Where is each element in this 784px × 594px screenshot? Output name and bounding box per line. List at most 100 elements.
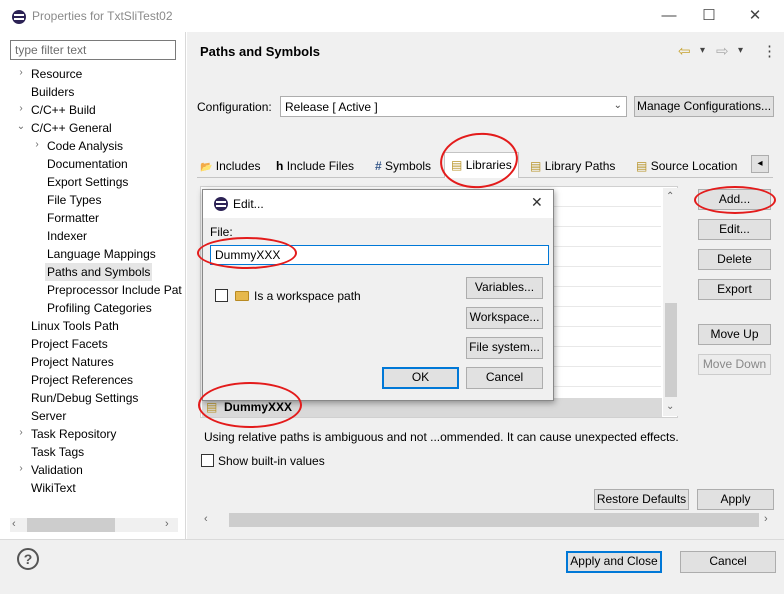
minimize-button[interactable]: —	[658, 6, 680, 26]
folder-icon	[235, 291, 249, 301]
scroll-right-arrow[interactable]: ›	[764, 513, 768, 525]
list-gridline	[554, 226, 661, 227]
tabs-scroll-left[interactable]: ◂	[751, 155, 769, 173]
library-path-icon: ▤	[530, 159, 542, 173]
sidebar-item[interactable]: Task Tags	[29, 443, 86, 461]
sidebar-item[interactable]: File Types	[45, 191, 103, 209]
chevron-right-icon[interactable]: ›	[15, 427, 27, 438]
sidebar-item[interactable]: Documentation	[45, 155, 130, 173]
sidebar-item[interactable]: Export Settings	[45, 173, 130, 191]
close-button[interactable]: ✕	[744, 6, 766, 26]
maximize-button[interactable]: ☐	[698, 6, 720, 26]
sidebar-item[interactable]: Project Natures	[29, 353, 116, 371]
chevron-right-icon[interactable]: ›	[31, 139, 43, 150]
list-gridline	[554, 366, 661, 367]
annotation-circle-add	[694, 186, 776, 214]
sidebar-item[interactable]: Preprocessor Include Pat	[45, 281, 184, 299]
configuration-select[interactable]: Release [ Active ] ⌄	[280, 96, 627, 117]
hash-icon: #	[375, 159, 382, 173]
source-location-icon: ▤	[636, 159, 648, 173]
sidebar-item[interactable]: Language Mappings	[45, 245, 158, 263]
sidebar-item[interactable]: Project Facets	[29, 335, 110, 353]
forward-arrow-icon[interactable]: ⇨	[716, 42, 729, 60]
workspace-button[interactable]: Workspace...	[466, 307, 543, 329]
sidebar-item[interactable]: Paths and Symbols	[45, 263, 153, 281]
variables-button[interactable]: Variables...	[466, 277, 543, 299]
main-hscroll-thumb[interactable]	[229, 513, 759, 527]
list-vscroll-thumb[interactable]	[665, 303, 677, 397]
list-gridline	[554, 306, 661, 307]
sidebar-item[interactable]: Server	[29, 407, 68, 425]
sidebar-item[interactable]: Linux Tools Path	[29, 317, 121, 335]
list-gridline	[554, 266, 661, 267]
sidebar-item[interactable]: Formatter	[45, 209, 101, 227]
dialog-title: Edit...	[233, 197, 264, 211]
back-arrow-icon[interactable]: ⇦	[678, 42, 691, 60]
dialog-close-icon[interactable]: ✕	[531, 194, 543, 211]
scroll-right-arrow[interactable]: ›	[165, 518, 169, 530]
scroll-left-arrow[interactable]: ‹	[12, 518, 16, 530]
sidebar-item[interactable]: Task Repository	[29, 425, 118, 443]
sidebar-item[interactable]: C/C++ Build	[29, 101, 98, 119]
cancel-button[interactable]: Cancel	[680, 551, 776, 573]
edit-button[interactable]: Edit...	[698, 219, 771, 240]
chevron-down-icon[interactable]: ⌄	[15, 121, 27, 132]
chevron-right-icon[interactable]: ›	[15, 103, 27, 114]
tab-symbols[interactable]: # Symbols	[375, 154, 431, 178]
configuration-value: Release [ Active ]	[285, 100, 378, 114]
header-file-icon: h	[276, 159, 284, 173]
restore-defaults-button[interactable]: Restore Defaults	[594, 489, 689, 510]
tab-library-paths[interactable]: ▤ Library Paths	[530, 154, 615, 178]
back-menu-icon[interactable]: ▾	[700, 45, 705, 56]
warning-text: Using relative paths is ambiguous and no…	[204, 430, 679, 444]
list-gridline	[554, 206, 661, 207]
show-builtin-checkbox[interactable]	[201, 454, 214, 467]
includes-icon: 📂	[200, 162, 213, 173]
apply-and-close-button[interactable]: Apply and Close	[566, 551, 662, 573]
filter-input[interactable]: type filter text	[10, 40, 176, 60]
sidebar-item[interactable]: Builders	[29, 83, 76, 101]
list-gridline	[554, 246, 661, 247]
scroll-left-arrow[interactable]: ‹	[204, 513, 208, 525]
move-up-button[interactable]: Move Up	[698, 324, 771, 345]
export-button[interactable]: Export	[698, 279, 771, 300]
sidebar-hscroll-thumb[interactable]	[27, 518, 115, 532]
eclipse-app-icon	[214, 197, 228, 211]
tab-includes[interactable]: 📂 Includes	[200, 154, 261, 178]
view-menu-icon[interactable]: ⋮	[762, 42, 777, 60]
workspace-path-checkbox[interactable]	[215, 289, 228, 302]
move-down-button[interactable]: Move Down	[698, 354, 771, 375]
apply-button[interactable]: Apply	[697, 489, 774, 510]
manage-configurations-button[interactable]: Manage Configurations...	[634, 96, 774, 117]
tab-include-files[interactable]: h Include Files	[276, 154, 354, 178]
sidebar-item[interactable]: Indexer	[45, 227, 89, 245]
sidebar-item[interactable]: Project References	[29, 371, 135, 389]
sidebar-item[interactable]: Validation	[29, 461, 85, 479]
tab-source-location[interactable]: ▤ Source Location	[636, 154, 737, 178]
sidebar-item[interactable]: Profiling Categories	[45, 299, 154, 317]
dialog-cancel-button[interactable]: Cancel	[466, 367, 543, 389]
help-icon[interactable]: ?	[17, 548, 39, 570]
show-builtin-label: Show built-in values	[218, 454, 325, 468]
ok-button[interactable]: OK	[382, 367, 459, 389]
file-label: File:	[210, 225, 233, 239]
list-gridline	[554, 326, 661, 327]
sidebar-item[interactable]: C/C++ General	[29, 119, 114, 137]
chevron-right-icon[interactable]: ›	[15, 67, 27, 78]
sidebar-item[interactable]: Resource	[29, 65, 84, 83]
file-system-button[interactable]: File system...	[466, 337, 543, 359]
annotation-circle-file	[197, 237, 297, 269]
eclipse-app-icon	[12, 10, 26, 24]
delete-button[interactable]: Delete	[698, 249, 771, 270]
forward-menu-icon[interactable]: ▾	[738, 45, 743, 56]
sidebar-item[interactable]: Code Analysis	[45, 137, 125, 155]
workspace-path-label: Is a workspace path	[254, 289, 361, 303]
chevron-right-icon[interactable]: ›	[15, 463, 27, 474]
scroll-up-arrow[interactable]: ⌃	[666, 191, 674, 202]
annotation-circle-dummy	[198, 382, 302, 428]
list-gridline	[554, 386, 661, 387]
sidebar-item[interactable]: WikiText	[29, 479, 78, 497]
sidebar-item[interactable]: Run/Debug Settings	[29, 389, 140, 407]
scroll-down-arrow[interactable]: ⌄	[666, 401, 674, 412]
list-gridline	[554, 286, 661, 287]
